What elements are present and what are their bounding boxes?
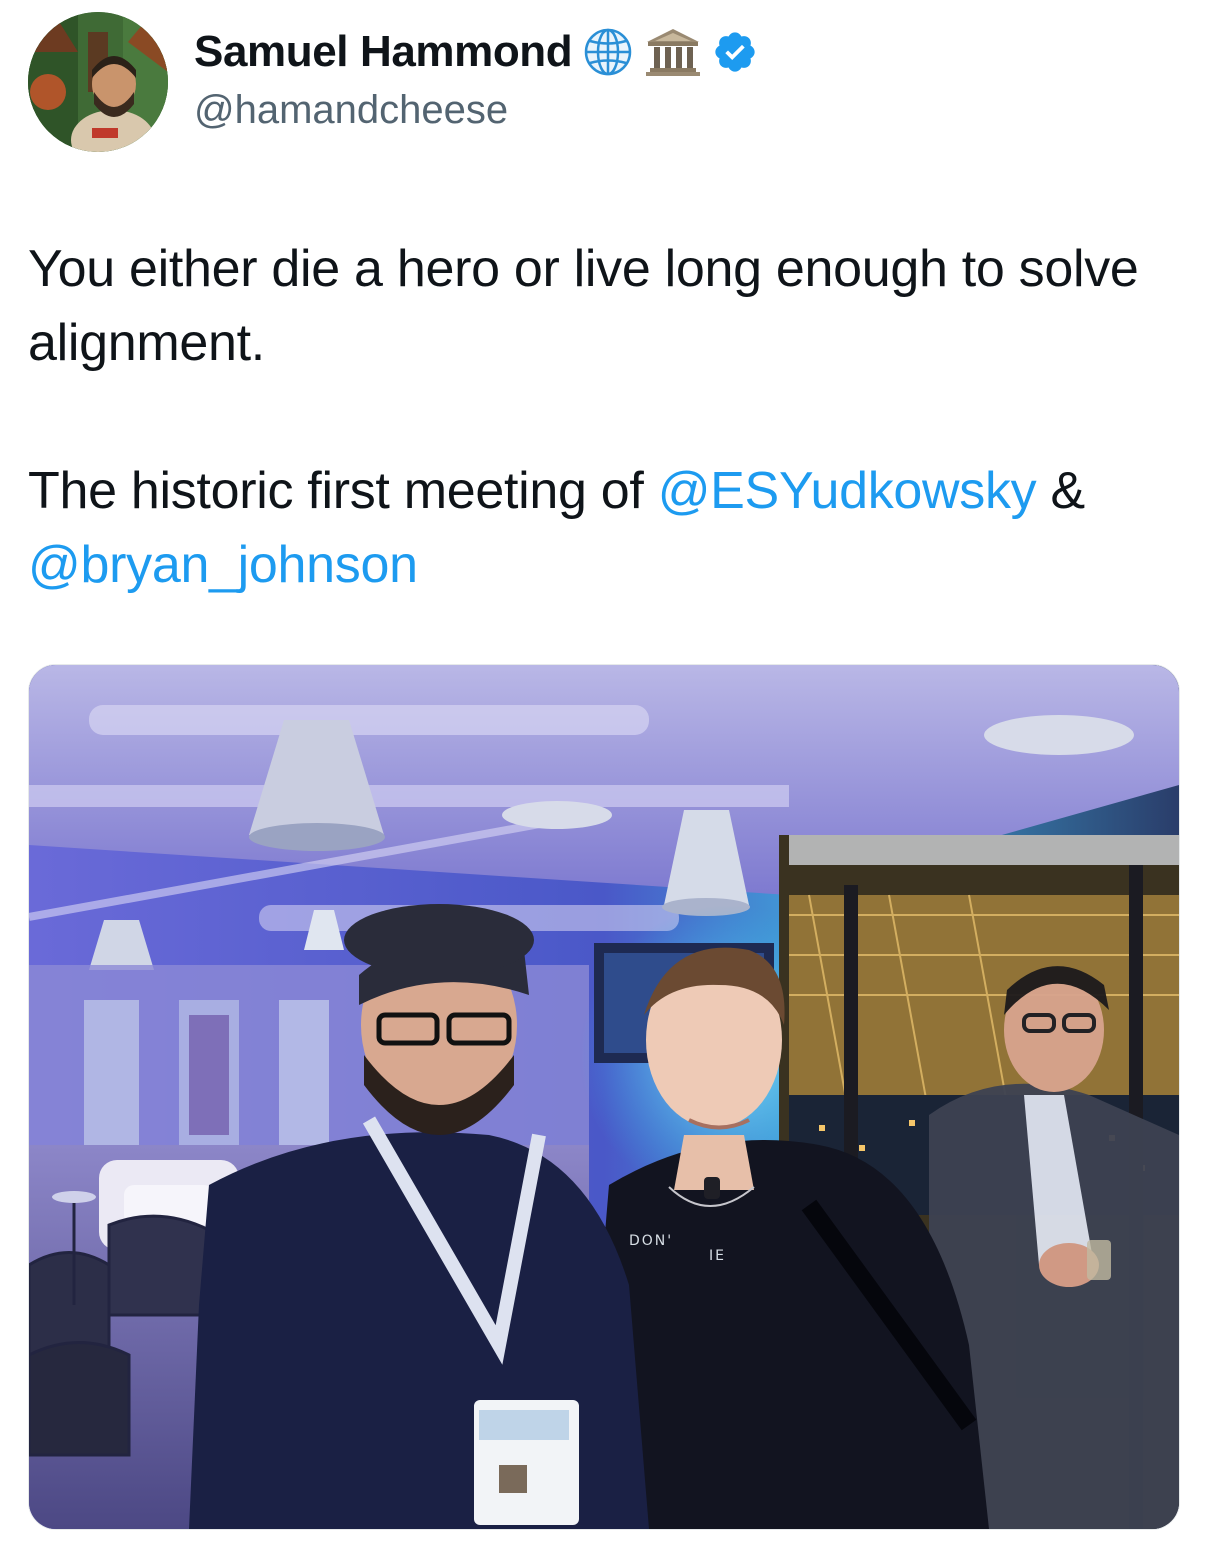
tweet-text: You either die a hero or live long enoug… [28,232,1178,602]
tweet-photo[interactable]: DON' IE [28,664,1180,1530]
tweet-line-2-prefix: The historic first meeting of [28,462,658,520]
tweet: Samuel Hammond @hamandcheese You either … [0,0,1206,1560]
classical-building-icon [644,26,702,78]
svg-text:IE: IE [709,1248,726,1264]
tweet-line-2: The historic first meeting of @ESYudkows… [28,454,1178,602]
name-row: Samuel Hammond [194,24,758,80]
author-block: Samuel Hammond @hamandcheese [194,24,758,134]
svg-text:DON': DON' [629,1233,673,1249]
photo-illustration: DON' IE [29,665,1179,1529]
verified-badge-icon [712,29,758,75]
tweet-line-1: You either die a hero or live long enoug… [28,240,1139,372]
mention-bryan-johnson[interactable]: @bryan_johnson [28,536,418,594]
mention-esyudkowsky[interactable]: @ESYudkowsky [658,462,1037,520]
display-name[interactable]: Samuel Hammond [194,27,573,77]
handle[interactable]: @hamandcheese [194,88,758,133]
globe-icon [582,26,634,78]
tweet-line-2-joiner: & [1036,462,1086,520]
avatar[interactable] [28,12,168,152]
